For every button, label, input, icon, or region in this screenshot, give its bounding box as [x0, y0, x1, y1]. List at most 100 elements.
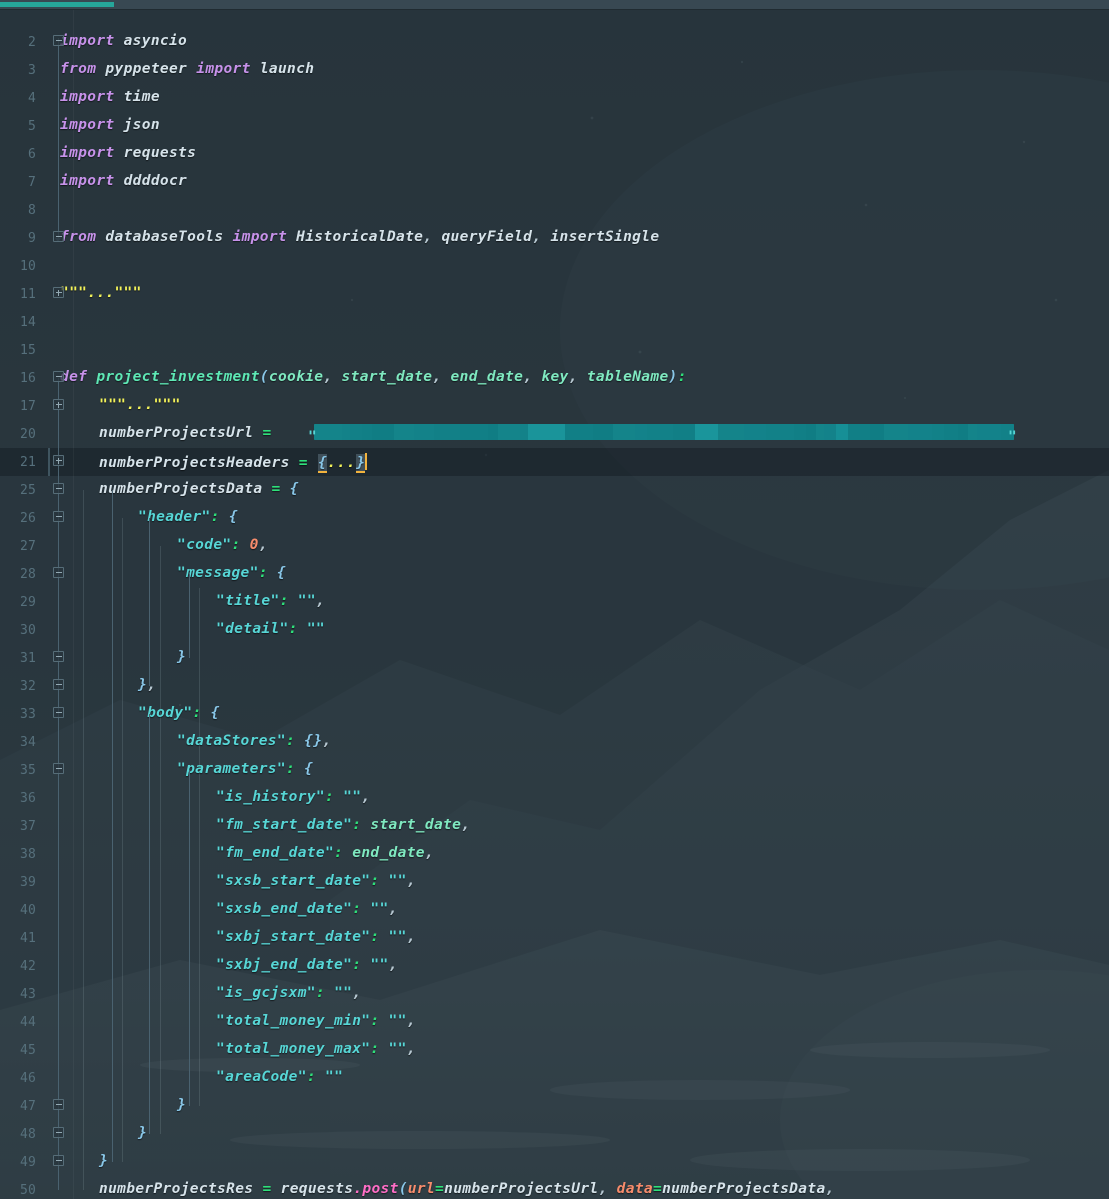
line-content: "is_gcjsxm": "",	[216, 985, 362, 1001]
code-line[interactable]: 35 "parameters": {	[0, 756, 1109, 784]
code-line[interactable]: 2 import asyncio	[0, 28, 1109, 56]
collapsed-docstring[interactable]: """..."""	[60, 285, 142, 301]
code-line[interactable]: 25 numberProjectsData = {	[0, 476, 1109, 504]
code-line[interactable]: 33 "body": {	[0, 700, 1109, 728]
fold-toggle-icon[interactable]	[53, 707, 64, 718]
folded-dict-placeholder[interactable]: {...}	[317, 454, 366, 473]
code-editor-surface[interactable]: 2 import asyncio 3 from pyppeteer import…	[0, 10, 1109, 1199]
redaction-pixel	[977, 424, 1001, 440]
line-number: 27	[19, 539, 36, 554]
redaction-pixel	[958, 424, 968, 440]
fold-end-icon[interactable]	[53, 651, 64, 662]
fold-end-icon[interactable]	[53, 1127, 64, 1138]
code-line[interactable]: 11 """..."""	[0, 280, 1109, 308]
code-line[interactable]: 49 }	[0, 1148, 1109, 1176]
code-line[interactable]: 28 "message": {	[0, 560, 1109, 588]
redaction-pixel	[836, 424, 848, 440]
code-line[interactable]: 17 """..."""	[0, 392, 1109, 420]
line-content: def project_investment(cookie, start_dat…	[60, 369, 687, 385]
redaction-pixel	[362, 424, 372, 440]
fold-toggle-icon[interactable]	[53, 35, 64, 46]
code-line[interactable]: 36 "is_history": "",	[0, 784, 1109, 812]
line-number: 21	[19, 455, 36, 470]
code-line[interactable]: 50 numberProjectsRes = requests.post(url…	[0, 1176, 1109, 1199]
line-content: "parameters": {	[177, 761, 314, 777]
line-number: 36	[19, 791, 36, 806]
code-line[interactable]: 6 import requests	[0, 140, 1109, 168]
code-line[interactable]: 14	[0, 308, 1109, 336]
fold-end-icon[interactable]	[53, 679, 64, 690]
redaction-pixel	[434, 424, 460, 440]
code-line[interactable]: 27 "code": 0,	[0, 532, 1109, 560]
line-content: from databaseTools import HistoricalDate…	[60, 229, 660, 245]
code-line[interactable]: 34 "dataStores": {},	[0, 728, 1109, 756]
redaction-pixel	[884, 424, 908, 440]
code-line[interactable]: 46 "areaCode": ""	[0, 1064, 1109, 1092]
code-line[interactable]: 38 "fm_end_date": end_date,	[0, 840, 1109, 868]
fold-toggle-icon[interactable]	[53, 231, 64, 242]
code-line[interactable]: 41 "sxbj_start_date": "",	[0, 924, 1109, 952]
line-number: 26	[19, 511, 36, 526]
fold-end-icon[interactable]	[53, 1155, 64, 1166]
redaction-pixel	[342, 424, 350, 440]
line-content: import time	[60, 89, 160, 105]
redaction-pixel	[593, 424, 613, 440]
code-line[interactable]: 31 }	[0, 644, 1109, 672]
code-line[interactable]: 5 import json	[0, 112, 1109, 140]
code-line[interactable]: 7 import ddddocr	[0, 168, 1109, 196]
collapsed-docstring[interactable]: """..."""	[99, 397, 181, 413]
redaction-pixel	[488, 424, 498, 440]
line-number: 5	[27, 119, 36, 134]
progress-track	[0, 0, 1109, 9]
code-line[interactable]: 45 "total_money_max": "",	[0, 1036, 1109, 1064]
code-line[interactable]: 43 "is_gcjsxm": "",	[0, 980, 1109, 1008]
code-line[interactable]: 8	[0, 196, 1109, 224]
fold-toggle-icon[interactable]	[53, 511, 64, 522]
line-content: numberProjectsData = {	[99, 481, 299, 497]
line-number: 50	[19, 1183, 36, 1198]
code-line[interactable]: 44 "total_money_min": "",	[0, 1008, 1109, 1036]
line-number: 7	[27, 175, 36, 190]
code-line[interactable]: 42 "sxbj_end_date": "",	[0, 952, 1109, 980]
code-line[interactable]: 3 from pyppeteer import launch	[0, 56, 1109, 84]
line-number: 4	[27, 91, 36, 106]
fold-toggle-icon[interactable]	[53, 455, 64, 466]
code-line[interactable]: 16 def project_investment(cookie, start_…	[0, 364, 1109, 392]
code-line[interactable]: 37 "fm_start_date": start_date,	[0, 812, 1109, 840]
code-line[interactable]: 26 "header": {	[0, 504, 1109, 532]
code-line[interactable]: 30 "detail": ""	[0, 616, 1109, 644]
line-number: 10	[19, 259, 36, 274]
fold-toggle-icon[interactable]	[53, 287, 64, 298]
code-line[interactable]: 48 }	[0, 1120, 1109, 1148]
line-content: import ddddocr	[60, 173, 188, 189]
fold-toggle-icon[interactable]	[53, 567, 64, 578]
line-number: 11	[19, 287, 36, 302]
line-number: 6	[27, 147, 36, 162]
line-number: 31	[19, 651, 36, 666]
code-line[interactable]: 39 "sxsb_start_date": "",	[0, 868, 1109, 896]
line-number: 47	[19, 1099, 36, 1114]
code-line[interactable]: 10	[0, 252, 1109, 280]
fold-toggle-icon[interactable]	[53, 483, 64, 494]
code-line[interactable]: 15	[0, 336, 1109, 364]
code-line[interactable]: 9 from databaseTools import HistoricalDa…	[0, 224, 1109, 252]
fold-toggle-icon[interactable]	[53, 371, 64, 382]
code-line[interactable]: 47 }	[0, 1092, 1109, 1120]
fold-spine-function	[58, 378, 59, 1190]
line-number: 49	[19, 1155, 36, 1170]
redacted-url-block	[314, 424, 1014, 440]
code-line[interactable]: 4 import time	[0, 84, 1109, 112]
fold-toggle-icon[interactable]	[53, 763, 64, 774]
line-number: 15	[19, 343, 36, 358]
line-number: 35	[19, 763, 36, 778]
redaction-pixel	[718, 424, 744, 440]
line-number: 9	[27, 231, 36, 246]
code-line[interactable]: 40 "sxsb_end_date": "",	[0, 896, 1109, 924]
code-line-current[interactable]: 21 numberProjectsHeaders = {...}	[0, 448, 1109, 476]
code-line[interactable]: 29 "title": "",	[0, 588, 1109, 616]
line-content: numberProjectsUrl =	[99, 425, 272, 441]
code-line[interactable]: 32 },	[0, 672, 1109, 700]
fold-end-icon[interactable]	[53, 1099, 64, 1110]
fold-toggle-icon[interactable]	[53, 399, 64, 410]
line-content: numberProjectsRes = requests.post(url=nu…	[99, 1181, 835, 1197]
